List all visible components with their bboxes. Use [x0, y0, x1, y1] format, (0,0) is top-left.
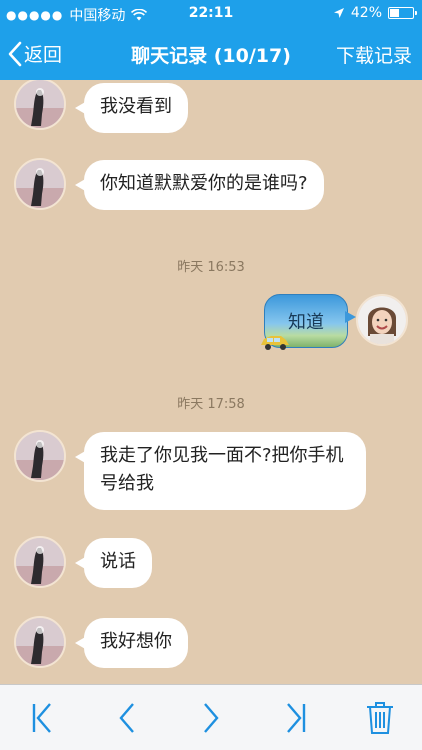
- first-page-icon: [32, 703, 51, 733]
- contact-avatar[interactable]: [14, 430, 66, 482]
- message-text: 说话: [100, 551, 136, 572]
- last-page-button[interactable]: [278, 700, 314, 736]
- message-bubble: 你知道默默爱你的是谁吗?: [75, 160, 324, 210]
- trash-icon: [367, 702, 393, 734]
- user-avatar[interactable]: [356, 294, 408, 346]
- contact-avatar[interactable]: [14, 158, 66, 210]
- message-text: 我好想你: [100, 631, 172, 652]
- prev-page-icon: [119, 703, 134, 733]
- message-bubble: 说话: [75, 538, 152, 588]
- message-text: 我没看到: [100, 96, 172, 117]
- next-page-icon: [204, 703, 219, 733]
- status-right: 42%: [333, 5, 417, 21]
- contact-avatar[interactable]: [14, 616, 66, 668]
- timestamp: 昨天 17:58: [177, 397, 245, 412]
- battery-percent: 42%: [350, 5, 382, 21]
- next-page-button[interactable]: [193, 700, 229, 736]
- chevron-left-icon: [8, 41, 22, 66]
- message-bubble: 我走了你见我一面不?把你手机号给我: [75, 432, 366, 510]
- timestamp: 昨天 16:53: [177, 260, 245, 275]
- back-button[interactable]: 返回: [8, 40, 62, 67]
- message-bubble: 我好想你: [75, 618, 188, 668]
- nav-bar: 返回 聊天记录 (10/17) 下载记录: [0, 28, 422, 80]
- battery-icon: [388, 7, 417, 19]
- back-label: 返回: [24, 44, 63, 66]
- avatar-image: [16, 538, 64, 586]
- message-text: 你知道默默爱你的是谁吗?: [100, 173, 308, 194]
- last-page-icon: [287, 703, 306, 733]
- contact-avatar[interactable]: [14, 80, 66, 130]
- status-bar: ●●●●● 中国移动 22:11 42%: [0, 0, 422, 28]
- delete-button[interactable]: [362, 700, 398, 736]
- avatar-image: [16, 432, 64, 480]
- chat-area[interactable]: 我没看到 你知道默默爱你的是谁吗? 昨天 16:53 知道 昨天 17:58 我…: [0, 80, 422, 684]
- image-message-text: 知道: [288, 312, 324, 333]
- download-button[interactable]: 下载记录: [336, 41, 412, 68]
- battery-fill: [390, 9, 399, 17]
- car-icon: [261, 336, 289, 350]
- avatar-image: [358, 296, 406, 344]
- message-text: 我走了你见我一面不?把你手机号给我: [100, 445, 344, 494]
- avatar-image: [16, 80, 64, 128]
- avatar-image: [16, 618, 64, 666]
- image-message[interactable]: 知道: [261, 294, 356, 350]
- prev-page-button[interactable]: [109, 700, 145, 736]
- message-bubble: 我没看到: [75, 83, 188, 133]
- bottom-toolbar: [0, 684, 422, 750]
- contact-avatar[interactable]: [14, 536, 66, 588]
- avatar-image: [16, 160, 64, 208]
- first-page-button[interactable]: [24, 700, 60, 736]
- location-arrow-icon: [333, 8, 344, 18]
